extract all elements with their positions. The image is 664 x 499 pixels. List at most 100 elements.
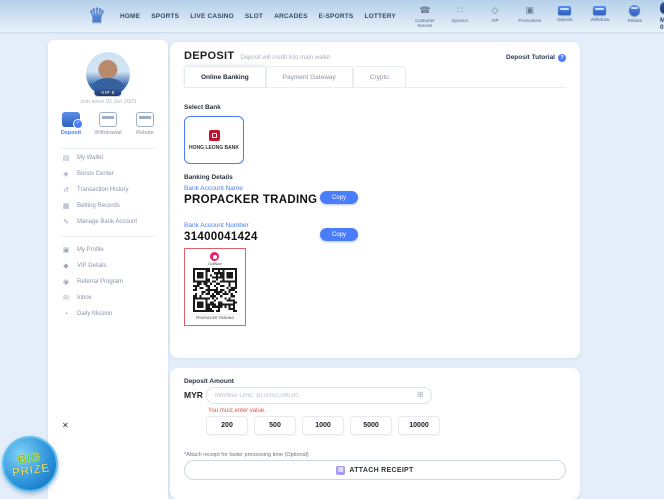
utility-menu: ☎ Customer Service ∷ Sponsor ◇ VIP ▣ Pro… [412, 4, 648, 29]
sidebar-item-my-wallet[interactable]: ▤ My Wallet [62, 152, 103, 164]
brand-crown-logo[interactable]: ♛ [88, 6, 106, 26]
promo-text: PRIZE [11, 461, 50, 478]
nav-arcades[interactable]: ARCADES [274, 13, 308, 20]
util-label: Deposit [557, 17, 572, 22]
rebate-icon [629, 5, 640, 16]
account-name-value: PROPACKER TRADING [184, 194, 317, 206]
sidebar-rebate-button[interactable]: Rebate [128, 112, 162, 136]
history-icon: ↺ [62, 186, 70, 194]
sidebar-item-inbox[interactable]: ✉ Inbox [62, 292, 92, 304]
quick-amount-5000[interactable]: 5000 [350, 416, 392, 435]
sponsor-icon: ∷ [457, 4, 463, 16]
rebate-button[interactable]: Rebate [622, 4, 648, 23]
hong-leong-logo-icon [209, 130, 220, 141]
sidebar-item-label: Bonus Center [77, 171, 114, 177]
sidebar-item-my-profile[interactable]: ▣ My Profile [62, 244, 104, 256]
deposit-icon [558, 6, 571, 15]
sidebar: VIP 8 Join since 02 Jun 2023 Deposit Wit… [48, 40, 168, 499]
util-label: VIP [491, 18, 498, 23]
deposit-button[interactable]: Deposit [552, 4, 578, 22]
profile-icon: ▣ [62, 246, 70, 254]
deposit-wallet-icon [62, 112, 80, 127]
qr-caption: PROPACKER TRADING [189, 314, 241, 320]
bank-edit-icon: ✎ [62, 218, 70, 226]
sidebar-withdrawal-button[interactable]: Withdrawal [91, 112, 125, 136]
sponsor-button[interactable]: ∷ Sponsor [447, 4, 473, 23]
quick-amounts: 200 500 1000 5000 10000 [206, 416, 440, 435]
deposit-amount-card: Deposit Amount MYR ⊞ You must enter valu… [170, 368, 580, 499]
bank-option-hong-leong[interactable]: HONG LEONG BANK [184, 116, 244, 164]
nav-home[interactable]: HOME [120, 13, 140, 20]
tab-online-banking[interactable]: Online Banking [184, 66, 266, 87]
sidebar-item-referral-program[interactable]: ◉ Referral Program [62, 276, 123, 288]
vip-badge: VIP 8 [660, 2, 664, 14]
keypad-icon[interactable]: ⊞ [417, 390, 424, 399]
duitnow-label: DuitNow [208, 262, 221, 266]
sidebar-item-label: My Wallet [77, 155, 103, 161]
receipt-note: *Attach receipt for faster processing ti… [184, 452, 309, 458]
promotions-button[interactable]: ▣ Promotions [517, 4, 543, 23]
attach-label: ATTACH RECEIPT [349, 467, 413, 474]
sidebar-item-label: VIP Details [77, 263, 107, 269]
sidebar-item-label: Manage Bank Account [77, 219, 137, 225]
quick-amount-200[interactable]: 200 [206, 416, 248, 435]
duitnow-qr-block: DuitNow PROPACKER TRADING [184, 248, 246, 326]
amount-input[interactable] [206, 387, 432, 404]
quick-amount-10000[interactable]: 10000 [398, 416, 440, 435]
sidebar-item-betting-records[interactable]: ▦ Betting Records [62, 200, 120, 212]
vip-button[interactable]: ◇ VIP [482, 4, 508, 23]
join-date: Join since 02 Jun 2023 [48, 99, 168, 105]
tab-payment-gateway[interactable]: Payment Gateway [266, 66, 353, 87]
quick-amount-1000[interactable]: 1000 [302, 416, 344, 435]
sidebar-item-vip-details[interactable]: ◆ VIP Details [62, 260, 107, 272]
inbox-icon: ✉ [62, 294, 70, 302]
wallet-icon: ▤ [62, 154, 70, 162]
sidebar-item-daily-mission[interactable]: ◔ Daily Mission [62, 308, 112, 320]
promo-close-button[interactable]: ✕ [62, 421, 69, 430]
nav-lottery[interactable]: LOTTERY [364, 13, 396, 20]
deposit-tabs: Online Banking Payment Gateway Crypto [184, 66, 566, 88]
tab-crypto[interactable]: Crypto [353, 66, 406, 87]
customer-service-icon: ☎ [419, 4, 430, 16]
divider [58, 236, 158, 237]
select-bank-label: Select Bank [184, 104, 221, 111]
withdraw-button[interactable]: Withdraw [587, 4, 613, 22]
deposit-tutorial-link[interactable]: Deposit Tutorial ? [506, 54, 566, 62]
attach-receipt-button[interactable]: ▦ ATTACH RECEIPT [184, 460, 566, 480]
wallet-balance[interactable]: VIP 8 MYR 0.00 [660, 2, 664, 31]
util-label: Sponsor [452, 18, 469, 23]
copy-account-name-button[interactable]: Copy [320, 191, 358, 204]
divider [58, 148, 158, 149]
page: ♛ HOME SPORTS LIVE CASINO SLOT ARCADES E… [0, 0, 664, 499]
nav-esports[interactable]: E-SPORTS [319, 13, 354, 20]
mission-icon: ◔ [62, 311, 70, 318]
copy-account-number-button[interactable]: Copy [320, 228, 358, 241]
bank-name: HONG LEONG BANK [189, 145, 239, 151]
nav-slot[interactable]: SLOT [245, 13, 263, 20]
sidebar-item-label: My Profile [77, 247, 104, 253]
currency-label: MYR [184, 390, 203, 400]
sidebar-item-bonus-center[interactable]: ◈ Bonus Center [62, 168, 114, 180]
help-icon: ? [558, 54, 566, 62]
qr-code [193, 268, 237, 312]
withdraw-icon [593, 6, 606, 15]
sidebar-deposit-button[interactable]: Deposit [54, 112, 88, 136]
duitnow-brand: DuitNow [208, 252, 221, 266]
customer-service-button[interactable]: ☎ Customer Service [412, 4, 438, 29]
account-name-label: Bank Account Name [184, 185, 243, 192]
nav-live-casino[interactable]: LIVE CASINO [190, 13, 234, 20]
sidebar-item-label: Referral Program [77, 279, 123, 285]
action-label: Deposit [61, 130, 81, 136]
deposit-header: DEPOSIT Deposit will credit into main wa… [184, 50, 566, 62]
util-label: Withdraw [591, 17, 610, 22]
sidebar-item-label: Betting Records [77, 203, 120, 209]
sidebar-item-transaction-history[interactable]: ↺ Transaction History [62, 184, 128, 196]
util-label: Customer Service [412, 18, 438, 29]
vip-icon: ◇ [491, 4, 498, 16]
nav-sports[interactable]: SPORTS [151, 13, 179, 20]
profile-vip-badge: VIP 8 [94, 89, 121, 96]
deposit-card: DEPOSIT Deposit will credit into main wa… [170, 42, 580, 358]
sidebar-item-manage-bank-account[interactable]: ✎ Manage Bank Account [62, 216, 137, 228]
quick-amount-500[interactable]: 500 [254, 416, 296, 435]
page-title: DEPOSIT [184, 50, 234, 62]
